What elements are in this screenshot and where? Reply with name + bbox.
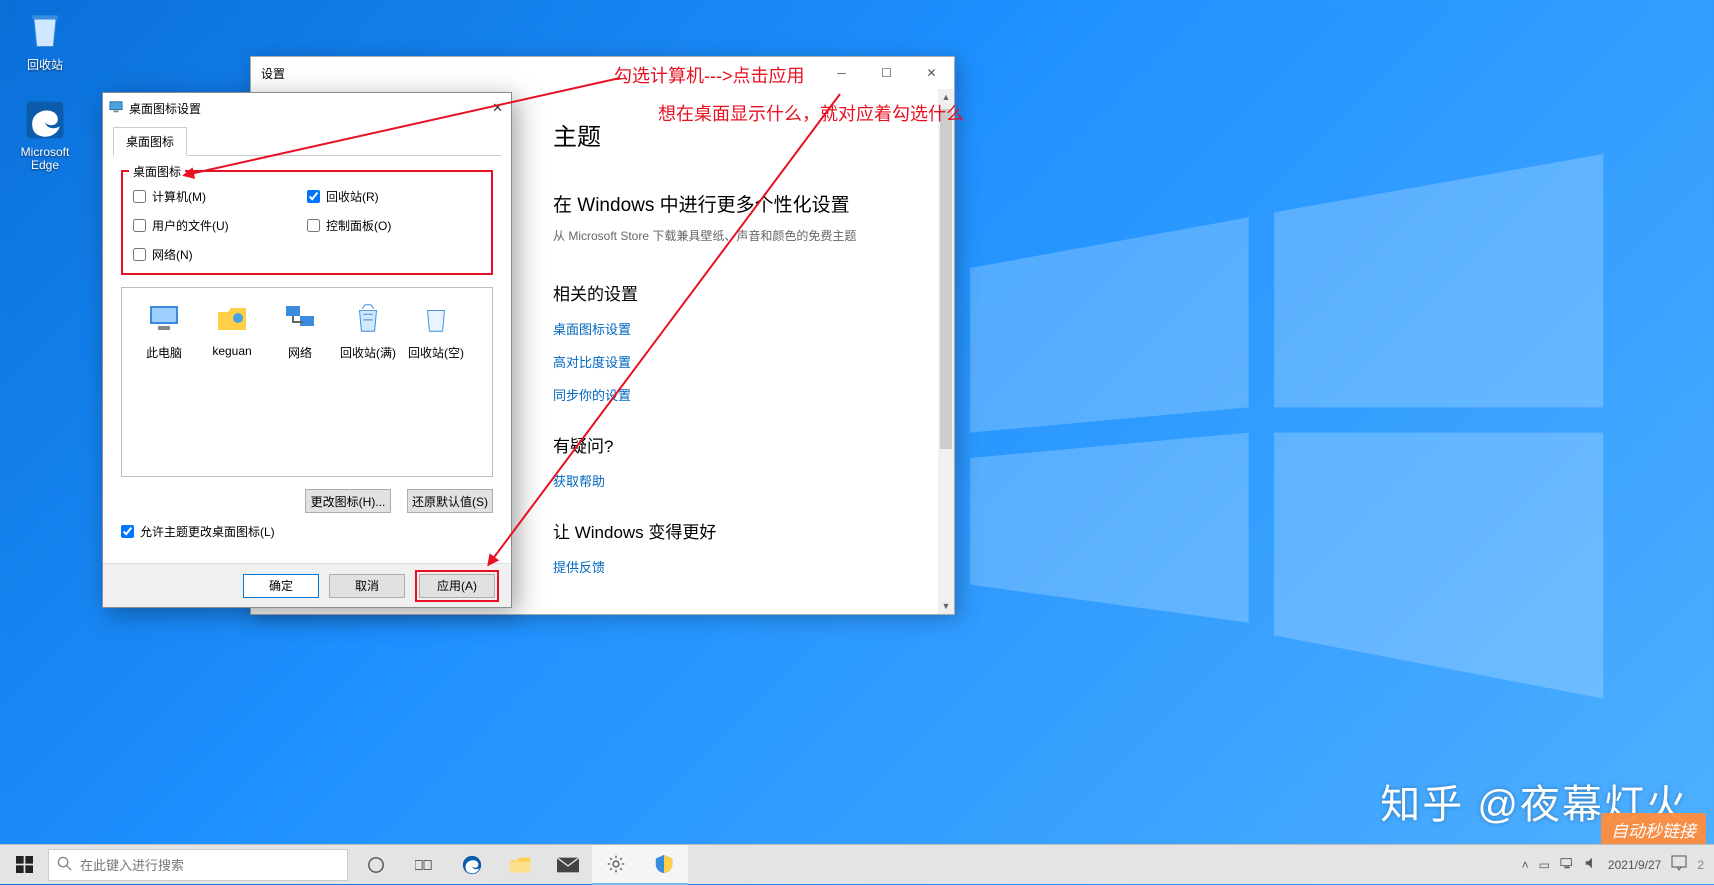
page-title: 主题 [553, 117, 928, 152]
group-legend: 桌面图标 [129, 163, 185, 180]
link-get-help[interactable]: 获取帮助 [553, 471, 928, 490]
search-icon [57, 856, 72, 874]
tray-volume-icon[interactable] [1584, 856, 1598, 873]
tray-clock[interactable]: 2021/9/27 [1608, 858, 1661, 872]
recycle-empty-icon [416, 298, 456, 338]
network-icon [280, 298, 320, 338]
dialog-titlebar[interactable]: 桌面图标设置 ✕ [103, 93, 511, 123]
watermark-corner: 自动秒链接 [1601, 813, 1706, 846]
minimize-button[interactable]: ─ [819, 57, 864, 89]
desktop-icon-edge[interactable]: Microsoft Edge [8, 98, 82, 172]
preview-userfiles[interactable]: keguan [198, 298, 266, 358]
checkbox-network[interactable]: 网络(N) [133, 246, 307, 263]
link-high-contrast[interactable]: 高对比度设置 [553, 352, 928, 371]
start-button[interactable] [0, 845, 48, 885]
taskbar-security[interactable] [640, 845, 688, 885]
section-heading-better: 让 Windows 变得更好 [553, 518, 928, 543]
scroll-down-icon[interactable]: ▼ [938, 598, 954, 614]
checkbox-allow-themes[interactable]: 允许主题更改桌面图标(L) [121, 523, 493, 540]
checkbox-computer[interactable]: 计算机(M) [133, 188, 307, 205]
desktop-icon-label: Microsoft Edge [8, 146, 82, 172]
tray-ime-icon[interactable]: ▭ [1539, 858, 1550, 872]
preview-network[interactable]: 网络 [266, 298, 334, 361]
scroll-up-icon[interactable]: ▲ [938, 89, 954, 105]
link-feedback[interactable]: 提供反馈 [553, 557, 928, 576]
cortana-button[interactable] [352, 845, 400, 885]
recycle-bin-icon [23, 8, 67, 52]
tray-badge: 2 [1697, 858, 1704, 872]
windows-logo-light [894, 40, 1654, 800]
dialog-footer: 确定 取消 应用(A) [103, 563, 511, 607]
close-button[interactable]: ✕ [909, 57, 954, 89]
checkbox-userfiles[interactable]: 用户的文件(U) [133, 217, 307, 234]
taskbar-mail[interactable] [544, 845, 592, 885]
tray-chevron-up-icon[interactable]: ˄ [1522, 858, 1529, 872]
folder-user-icon [212, 298, 252, 338]
monitor-icon [109, 100, 123, 117]
preview-recycle-empty[interactable]: 回收站(空) [402, 298, 470, 361]
restore-default-button[interactable]: 还原默认值(S) [407, 489, 493, 513]
link-sync-settings[interactable]: 同步你的设置 [553, 385, 928, 404]
icon-preview-box[interactable]: 此电脑 keguan 网络 回收站(满) 回收站(空) [121, 287, 493, 477]
search-box[interactable]: 在此键入进行搜索 [48, 849, 348, 881]
edge-icon [23, 98, 67, 142]
settings-title: 设置 [261, 65, 285, 82]
task-view-button[interactable] [400, 845, 448, 885]
taskbar-edge[interactable] [448, 845, 496, 885]
link-desktop-icon-settings[interactable]: 桌面图标设置 [553, 319, 928, 338]
pc-icon [144, 298, 184, 338]
settings-titlebar[interactable]: 设置 ─ ☐ ✕ [251, 57, 954, 89]
desktop-icon-settings-dialog: 桌面图标设置 ✕ 桌面图标 桌面图标 计算机(M) 用户的文件(U) 网络(N)… [102, 92, 512, 608]
taskbar: 在此键入进行搜索 ˄ ▭ 2021/9/27 2 [0, 844, 1714, 884]
desktop-icon-label: 回收站 [8, 56, 82, 73]
scroll-thumb[interactable] [940, 109, 952, 449]
change-icon-button[interactable]: 更改图标(H)... [305, 489, 391, 513]
recycle-full-icon [348, 298, 388, 338]
taskbar-settings[interactable] [592, 845, 640, 885]
taskbar-explorer[interactable] [496, 845, 544, 885]
ok-button[interactable]: 确定 [243, 574, 319, 598]
search-placeholder: 在此键入进行搜索 [80, 855, 184, 874]
checkbox-recycle-bin[interactable]: 回收站(R) [307, 188, 481, 205]
preview-recycle-full[interactable]: 回收站(满) [334, 298, 402, 361]
section-heading-question: 有疑问? [553, 432, 928, 457]
apply-button[interactable]: 应用(A) [419, 574, 495, 598]
scrollbar[interactable]: ▲ ▼ [938, 89, 954, 614]
dialog-tabs: 桌面图标 [113, 127, 501, 156]
dialog-title: 桌面图标设置 [129, 100, 201, 117]
desktop-icons-group: 桌面图标 计算机(M) 用户的文件(U) 网络(N) 回收站(R) 控制面板(O… [121, 170, 493, 275]
tab-desktop-icons[interactable]: 桌面图标 [113, 127, 187, 156]
preview-this-pc[interactable]: 此电脑 [130, 298, 198, 361]
system-tray[interactable]: ˄ ▭ 2021/9/27 2 [1512, 855, 1714, 874]
desktop-icon-recycle-bin[interactable]: 回收站 [8, 8, 82, 73]
dialog-close-button[interactable]: ✕ [492, 100, 503, 116]
tray-notifications-icon[interactable] [1671, 855, 1687, 874]
section-heading-more: 在 Windows 中进行更多个性化设置 [553, 190, 928, 217]
section-heading-related: 相关的设置 [553, 280, 928, 305]
tray-network-icon[interactable] [1560, 856, 1574, 873]
cancel-button[interactable]: 取消 [329, 574, 405, 598]
maximize-button[interactable]: ☐ [864, 57, 909, 89]
checkbox-control-panel[interactable]: 控制面板(O) [307, 217, 481, 234]
section-sub: 从 Microsoft Store 下载兼具壁纸、声音和颜色的免费主题 [553, 227, 928, 244]
